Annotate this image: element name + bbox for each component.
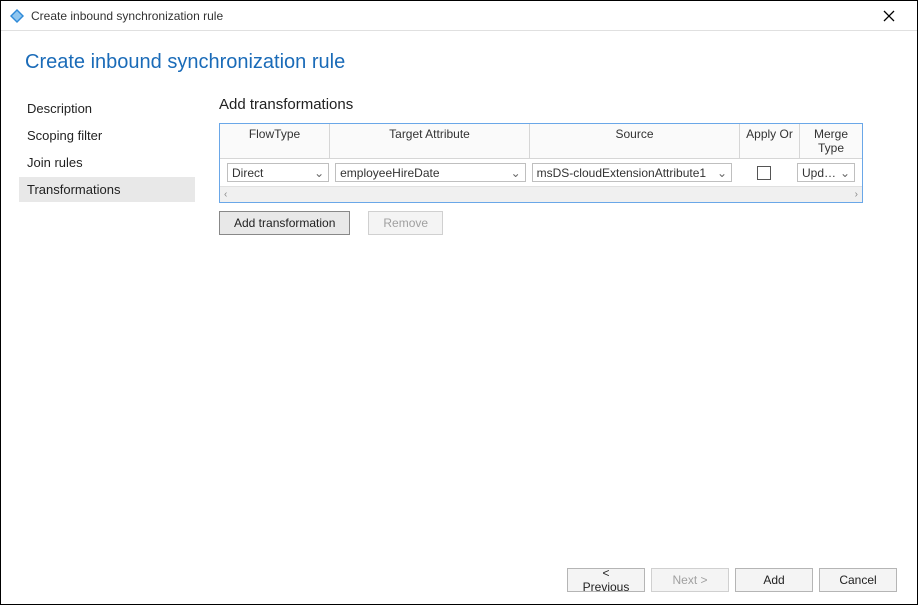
previous-button[interactable]: < Previous: [567, 568, 645, 592]
flowtype-select[interactable]: Direct ⌄: [227, 163, 329, 182]
col-header-merge: Merge Type: [800, 124, 862, 159]
add-transformation-button[interactable]: Add transformation: [219, 211, 350, 235]
chevron-down-icon: ⌄: [511, 166, 521, 180]
col-header-source: Source: [530, 124, 740, 159]
horizontal-scrollbar[interactable]: ‹ ›: [220, 186, 862, 202]
grid-header: FlowType Target Attribute Source Apply O…: [220, 124, 862, 159]
panel-heading: Add transformations: [219, 96, 899, 113]
flowtype-value: Direct: [232, 166, 314, 180]
scroll-left-icon: ‹: [224, 189, 227, 200]
source-value: msDS-cloudExtensionAttribute1: [537, 166, 717, 180]
scroll-right-icon: ›: [855, 189, 858, 200]
source-select[interactable]: msDS-cloudExtensionAttribute1 ⌄: [532, 163, 732, 182]
wizard-footer: < Previous Next > Add Cancel: [567, 568, 897, 592]
close-button[interactable]: [869, 1, 909, 31]
cancel-button[interactable]: Cancel: [819, 568, 897, 592]
apply-once-checkbox[interactable]: [757, 166, 771, 180]
remove-button[interactable]: Remove: [368, 211, 443, 235]
page-title: Create inbound synchronization rule: [25, 51, 899, 74]
target-attribute-value: employeeHireDate: [340, 166, 511, 180]
col-header-applyor: Apply Or: [740, 124, 800, 159]
target-attribute-select[interactable]: employeeHireDate ⌄: [335, 163, 526, 182]
merge-type-select[interactable]: Update ⌄: [797, 163, 855, 182]
merge-type-value: Update: [802, 166, 840, 180]
chevron-down-icon: ⌄: [840, 166, 850, 180]
col-header-flowtype: FlowType: [220, 124, 330, 159]
sidenav-item-description[interactable]: Description: [19, 96, 195, 121]
window-title: Create inbound synchronization rule: [31, 9, 223, 23]
wizard-steps: Description Scoping filter Join rules Tr…: [19, 96, 195, 235]
table-row: Direct ⌄ employeeHireDate ⌄ msDS-cloudEx…: [220, 159, 862, 186]
col-header-target: Target Attribute: [330, 124, 530, 159]
chevron-down-icon: ⌄: [717, 166, 727, 180]
titlebar: Create inbound synchronization rule: [1, 1, 917, 31]
next-button[interactable]: Next >: [651, 568, 729, 592]
app-icon: [9, 8, 25, 24]
chevron-down-icon: ⌄: [314, 166, 324, 180]
sidenav-item-join-rules[interactable]: Join rules: [19, 150, 195, 175]
add-button[interactable]: Add: [735, 568, 813, 592]
sidenav-item-transformations[interactable]: Transformations: [19, 177, 195, 202]
sidenav-item-scoping-filter[interactable]: Scoping filter: [19, 123, 195, 148]
transformations-grid: FlowType Target Attribute Source Apply O…: [219, 123, 863, 203]
